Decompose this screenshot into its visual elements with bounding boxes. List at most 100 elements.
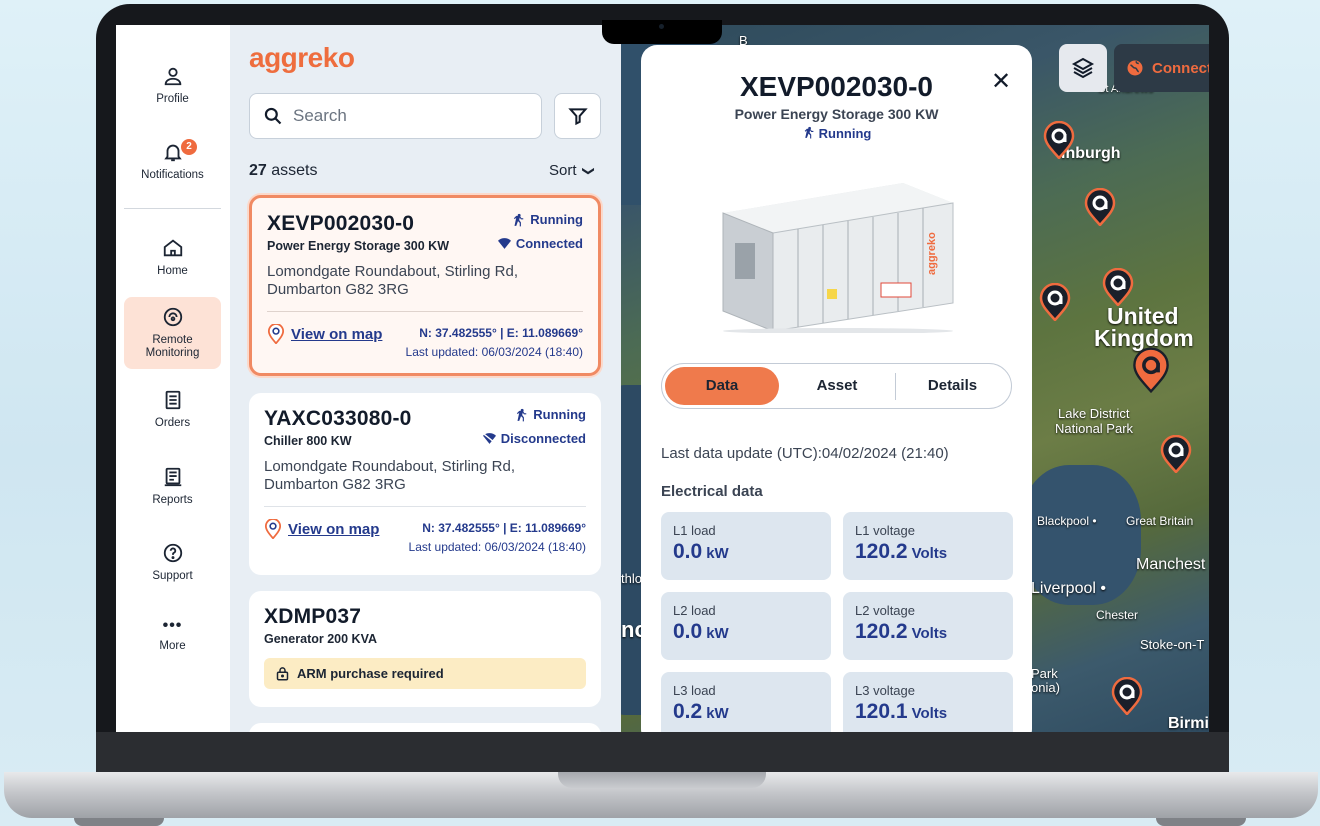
asset-coordinates: N: 37.482555° | E: 11.089669° Last updat… xyxy=(406,324,583,362)
map-row: View on map N: 37.482555° | E: 11.089669… xyxy=(264,519,586,557)
detail-run-status: Running xyxy=(641,126,1032,141)
address-line-1: Lomondgate Roundabout, Stirling Rd, xyxy=(264,458,516,475)
asset-card[interactable]: XDMP037 Generator 200 KVA ARM purchase r… xyxy=(249,591,601,707)
selected-asset-map-pin[interactable] xyxy=(1132,347,1170,393)
view-on-map-label: View on map xyxy=(291,325,383,343)
filter-button[interactable] xyxy=(554,93,601,139)
asset-map-pin[interactable] xyxy=(1160,435,1192,473)
asset-address: Lomondgate Roundabout, Stirling Rd, Dumb… xyxy=(264,458,586,494)
rail-label-more: More xyxy=(159,640,186,652)
metric-tile-l2-load: L2 load 0.0 kW xyxy=(661,592,831,660)
asset-map-pin[interactable] xyxy=(1102,268,1134,306)
rail-label-profile: Profile xyxy=(156,93,189,105)
metric-number: 0.0 xyxy=(673,540,703,563)
connection-status-label: Disconnected xyxy=(500,431,586,446)
rail-divider xyxy=(124,208,221,209)
map-label-great-britain: Great Britain xyxy=(1126,514,1194,528)
rail-label-notifications: Notifications xyxy=(141,169,204,181)
asset-card-selected[interactable]: XEVP002030-0 Power Energy Storage 300 KW… xyxy=(249,195,601,376)
svg-text:aggreko: aggreko xyxy=(926,232,938,275)
more-icon: ••• xyxy=(162,617,183,634)
metric-value: 120.2 Volts xyxy=(855,620,1001,644)
map-label-thlo: thlo xyxy=(621,571,642,586)
asset-card[interactable]: YAXC033080-0 Chiller 800 KW Running Disc… xyxy=(249,393,601,575)
connection-status: Connected xyxy=(497,236,583,251)
filter-icon xyxy=(567,108,588,126)
rail-item-more[interactable]: ••• More xyxy=(124,617,221,653)
map-layers-button[interactable] xyxy=(1059,44,1107,92)
detail-run-status-label: Running xyxy=(818,126,872,141)
view-on-map-label: View on map xyxy=(288,520,380,538)
search-input[interactable]: Search xyxy=(249,93,542,139)
asset-map-pin[interactable] xyxy=(1084,188,1116,226)
laptop-bezel xyxy=(96,732,1229,774)
map-label-liverpool: Liverpool • xyxy=(1031,580,1106,597)
metric-tile-l1-voltage: L1 voltage 120.2 Volts xyxy=(843,512,1013,580)
tab-asset[interactable]: Asset xyxy=(784,367,890,405)
asset-map-pin[interactable] xyxy=(1039,283,1071,321)
coords-text: N: 37.482555° | E: 11.089669° xyxy=(422,521,586,535)
asset-count-label: assets xyxy=(266,162,318,179)
metric-label: L1 load xyxy=(673,523,716,538)
metric-label: L3 voltage xyxy=(855,683,915,698)
view-on-map-link[interactable]: View on map xyxy=(264,519,379,539)
tab-data[interactable]: Data xyxy=(665,367,779,405)
connection-status-label: Connected xyxy=(515,236,583,251)
help-icon xyxy=(163,543,182,563)
rail-label-remote: Remote xyxy=(152,334,193,346)
run-status: Running xyxy=(514,407,586,422)
rail-item-orders[interactable]: Orders xyxy=(124,389,221,430)
screen: Profile 2 Notifications Home Remote Moni… xyxy=(116,25,1209,732)
address-line-2: Dumbarton G82 3RG xyxy=(267,281,409,298)
rail-item-reports[interactable]: Reports xyxy=(124,466,221,507)
close-icon[interactable]: ✕ xyxy=(991,67,1011,96)
metric-number: 0.2 xyxy=(673,700,703,723)
map-label-chester: Chester xyxy=(1096,608,1139,622)
rail-label-home: Home xyxy=(157,265,188,277)
rail-item-notifications[interactable]: 2 Notifications xyxy=(124,139,221,182)
orders-icon xyxy=(165,390,180,410)
rail-item-profile[interactable]: Profile xyxy=(124,65,221,106)
detail-asset-id: XEVP002030-0 xyxy=(739,71,934,102)
arm-purchase-banner[interactable]: ARM purchase required xyxy=(264,658,586,689)
asset-map-pin[interactable] xyxy=(1043,121,1075,159)
sort-button[interactable]: Sort ❯ xyxy=(549,162,596,179)
rail-label-reports: Reports xyxy=(152,494,193,506)
wifi-icon xyxy=(497,238,511,249)
metric-value: 120.2 Volts xyxy=(855,540,1001,564)
rail-item-home[interactable]: Home xyxy=(124,237,221,278)
view-on-map-link[interactable]: View on map xyxy=(267,324,382,344)
electrical-data-heading: Electrical data xyxy=(661,483,763,500)
metric-number: 120.1 xyxy=(855,700,908,723)
metric-tile-l3-voltage: L3 voltage 120.1 Volts xyxy=(843,672,1013,732)
run-status: Running xyxy=(511,212,583,227)
tab-details[interactable]: Details xyxy=(899,367,1006,405)
home-icon xyxy=(163,239,182,257)
asset-card-partial[interactable] xyxy=(249,723,601,732)
map-label-birmingham: Birmi xyxy=(1168,715,1209,732)
card-divider xyxy=(267,311,583,312)
rail-item-remote-monitoring[interactable]: Remote Monitoring xyxy=(124,297,221,369)
wifi-off-icon xyxy=(482,433,496,444)
metric-unit: Volts xyxy=(911,705,948,722)
metric-unit: kW xyxy=(706,545,729,562)
metric-unit: Volts xyxy=(911,545,948,562)
run-status-label: Running xyxy=(530,212,583,227)
laptop-foot xyxy=(1156,818,1246,826)
rail-item-support[interactable]: Support xyxy=(124,542,221,583)
detail-asset-model: Power Energy Storage 300 KW xyxy=(734,106,939,122)
metric-value: 120.1 Volts xyxy=(855,700,1001,724)
asset-card-id: XDMP037 xyxy=(264,605,362,628)
map-pin-icon xyxy=(264,519,282,539)
lock-icon xyxy=(276,667,289,681)
connect-button[interactable]: Connect xyxy=(1114,44,1209,92)
asset-map-pin[interactable] xyxy=(1111,677,1143,715)
running-icon xyxy=(804,126,814,139)
asset-detail-panel: XEVP002030-0 ✕ Power Energy Storage 300 … xyxy=(641,45,1032,732)
metric-unit: kW xyxy=(706,705,729,722)
remote-monitoring-icon xyxy=(163,307,182,327)
last-updated-text: Last updated: 06/03/2024 (18:40) xyxy=(408,540,586,554)
metric-unit: kW xyxy=(706,625,729,642)
search-icon xyxy=(264,107,282,125)
asset-count-number: 27 xyxy=(249,162,267,179)
